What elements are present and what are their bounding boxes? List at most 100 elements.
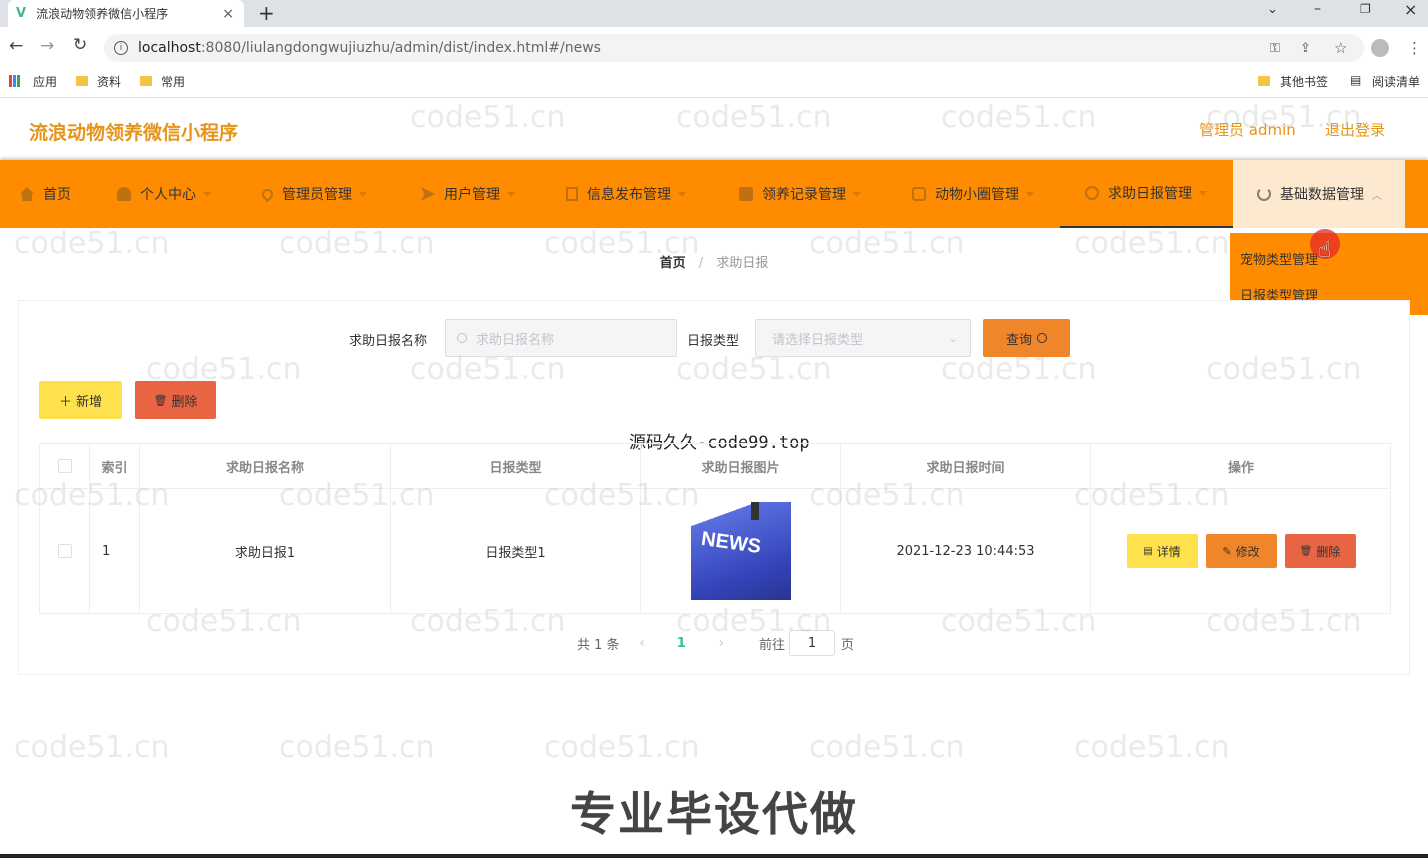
vue-logo-icon: V [16,6,27,21]
add-button[interactable]: ＋新增 [39,381,122,419]
taskbar-strip [0,854,1428,858]
close-window-icon[interactable]: × [1404,0,1417,19]
url-host: localhost [138,40,201,56]
name-filter-placeholder: 求助日报名称 [476,332,555,348]
nav-item-home[interactable]: 首页 [20,160,71,228]
bookmark-reading-list[interactable]: 阅读清单 [1372,73,1420,90]
promo-banner: 专业毕设代做 [570,787,858,841]
watermark: code51.cn [279,730,435,765]
pagination: 共 1 条 ‹ 1 › 前往 1 页 [577,630,854,656]
apps-grid-icon[interactable] [9,75,21,87]
query-button[interactable]: 查询 [983,319,1070,357]
nav-item-users[interactable]: 用户管理 [421,160,515,228]
dropdown-item-pet-type[interactable]: 宠物类型管理 [1240,249,1318,268]
name-filter-input[interactable]: 求助日报名称 [445,319,677,357]
row-index: 1 [90,488,140,614]
restore-icon[interactable]: ❐ [1360,2,1371,16]
profile-avatar-icon[interactable] [1371,39,1389,57]
info-icon[interactable]: i [114,41,128,55]
nav-item-admin[interactable]: 管理员管理 [259,160,367,228]
back-icon[interactable]: ← [9,36,23,56]
detail-button-label: 详情 [1156,544,1181,559]
menu-icon[interactable]: ⋮ [1407,39,1422,57]
reload-icon[interactable]: ↻ [73,35,87,55]
nav-label: 用户管理 [444,187,500,203]
prev-page-icon[interactable]: ‹ [640,636,645,651]
row-select-cell [40,488,90,614]
type-filter-label: 日报类型 [687,334,740,349]
folder-icon [140,76,152,86]
page-jump-input[interactable]: 1 [789,630,836,656]
doc-icon: ▤ [1143,545,1153,557]
name-filter-label: 求助日报名称 [349,334,428,349]
app-title: 流浪动物领养微信小程序 [29,122,239,144]
nav-label: 信息发布管理 [587,187,671,203]
star-icon[interactable]: ☆ [1334,39,1347,57]
reading-list-icon[interactable]: ▤ [1350,73,1361,87]
row-delete-button[interactable]: 🗑 删除 [1284,534,1356,568]
trash-icon: 🗑 [1299,545,1313,557]
bookmarks-bar: 应用 资料 常用 其他书签 ▤ 阅读清单 [0,68,1428,98]
edit-button-label: 修改 [1235,544,1260,559]
reports-table: 索引 求助日报名称 日报类型 求助日报图片 求助日报时间 操作 1 求助日报1 … [39,443,1391,614]
column-header-image: 求助日报图片 [641,444,841,488]
select-all-checkbox[interactable] [57,459,72,473]
bookmark-common[interactable]: 常用 [161,73,185,90]
row-delete-button-label: 删除 [1316,544,1341,559]
trash-icon: 🗑 [153,393,168,407]
folder-icon [76,76,88,86]
user-icon [117,187,131,201]
pagination-current[interactable]: 1 [677,636,686,651]
browser-tabstrip: V 流浪动物领养微信小程序 × + ⌄ – ❐ × [0,0,1428,27]
add-button-label: 新增 [76,394,103,410]
nav-item-profile[interactable]: 个人中心 [117,160,211,228]
nav-label: 首页 [43,187,71,203]
chevron-down-icon: ⌄ [948,331,958,345]
bookmark-resources[interactable]: 资料 [97,73,121,90]
nav-item-info[interactable]: 信息发布管理 [566,160,686,228]
column-header-name: 求助日报名称 [140,444,391,488]
close-tab-icon[interactable]: × [222,6,234,22]
folder-icon [739,187,753,201]
app-header: 流浪动物领养微信小程序 管理员 admin 退出登录 [0,98,1428,158]
row-name: 求助日报1 [140,488,391,614]
nav-label: 领养记录管理 [762,187,846,203]
address-bar[interactable]: i localhost:8080/liulangdongwujiuzhu/adm… [104,34,1422,62]
delete-button[interactable]: 🗑 删除 [135,381,216,419]
search-icon [1037,333,1047,343]
pagination-total: 共 1 条 [577,637,620,653]
row-checkbox[interactable] [57,544,72,558]
breadcrumb-home[interactable]: 首页 [660,256,686,271]
type-filter-select[interactable]: 请选择日报类型 ⌄ [755,319,971,357]
type-filter-placeholder: 请选择日报类型 [772,332,864,348]
minimize-icon[interactable]: – [1314,1,1321,17]
edit-icon: ✎ [1222,544,1232,558]
nav-item-basic-data[interactable]: 基础数据管理 ︿ [1233,160,1405,228]
next-page-icon[interactable]: › [719,636,724,651]
new-tab-button[interactable]: + [258,1,275,25]
doc-icon [566,187,578,201]
nav-label: 管理员管理 [282,187,352,203]
share-icon[interactable]: ⇪ [1300,41,1311,56]
browser-tab[interactable]: V 流浪动物领养微信小程序 × [8,0,244,27]
tab-title: 流浪动物领养微信小程序 [36,7,169,21]
news-thumbnail[interactable]: NEWS [690,502,791,600]
logout-link[interactable]: 退出登录 [1325,119,1385,140]
send-icon [421,187,435,201]
nav-item-daily-report[interactable]: 求助日报管理 [1060,160,1233,228]
pagination-suffix: 页 [841,637,855,653]
key-icon[interactable]: ⚿ [1270,41,1280,56]
bookmark-apps[interactable]: 应用 [33,73,57,90]
edit-button[interactable]: ✎ 修改 [1205,534,1277,568]
bookmark-other[interactable]: 其他书签 [1280,73,1328,90]
nav-item-circle[interactable]: 动物小圈管理 [912,160,1034,228]
pagination-goto: 前往 [759,637,786,653]
home-icon [20,187,34,201]
url-path: :8080/liulangdongwujiuzhu/admin/dist/ind… [200,40,601,56]
nav-item-adoption[interactable]: 领养记录管理 [739,160,861,228]
forward-icon[interactable]: → [40,36,54,56]
chevron-down-icon[interactable]: ⌄ [1267,2,1278,17]
detail-button[interactable]: ▤ 详情 [1126,534,1198,568]
admin-user-label: 管理员 admin [1199,121,1296,139]
watermark: code51.cn [544,730,700,765]
